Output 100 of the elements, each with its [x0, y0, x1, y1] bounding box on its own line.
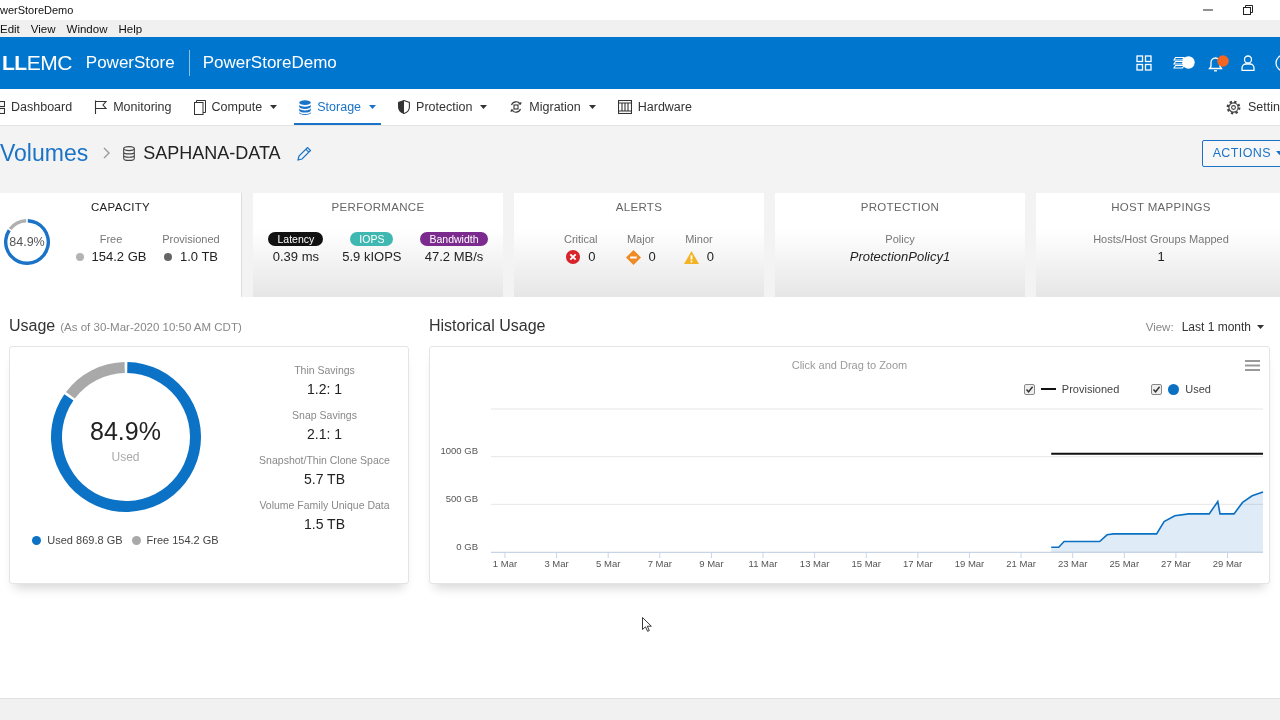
metric-value: 0.39 ms: [272, 249, 319, 265]
summary-card[interactable]: CAPACITY 84.9% Free 154.2 GB Provisioned 1.0 TB: [0, 193, 242, 297]
section-title: Usage: [9, 316, 56, 336]
restore-icon[interactable]: [1243, 5, 1253, 15]
breadcrumb-link[interactable]: Volumes: [0, 140, 89, 166]
logo: LLEMC: [2, 51, 72, 75]
axis-label: 23 Mar: [1057, 557, 1088, 569]
axis-label: 3 Mar: [544, 557, 569, 569]
nav-tab[interactable]: Hardware: [612, 89, 697, 125]
menu-item[interactable]: Edit: [0, 22, 20, 35]
database-icon: [123, 145, 136, 161]
nav-tab[interactable]: Compute: [188, 89, 283, 125]
summary-card[interactable]: HOST MAPPINGS Hosts/Host Groups Mapped 1: [1036, 193, 1280, 297]
stat-value: 2.1: 1: [306, 426, 342, 442]
axis-label: 15 Mar: [851, 557, 882, 569]
alert-count: 0: [706, 249, 715, 265]
donut-caption: Used: [111, 449, 140, 466]
menu-item[interactable]: Window: [66, 22, 108, 35]
legend-dot-icon: [1168, 383, 1180, 395]
settings-link[interactable]: Settin: [1226, 89, 1280, 125]
axis-label: 27 Mar: [1161, 557, 1191, 569]
view-dropdown[interactable]: Last 1 month: [1181, 320, 1264, 334]
view-label: View:: [1145, 321, 1174, 333]
legend-label: Used: [1185, 383, 1211, 395]
stat-value: 1.5 TB: [304, 516, 345, 532]
actions-button[interactable]: ACTIONS: [1201, 139, 1280, 167]
metric-tag: Bandwidth: [420, 232, 488, 246]
field-label: Policy: [885, 232, 915, 246]
timestamp-text: (As of 30-Mar-2020 10:50 AM CDT): [60, 321, 242, 333]
summary-card[interactable]: ALERTS Critical 0 Major 0 Minor 0: [514, 193, 764, 297]
stat-value: 1.2: 1: [306, 381, 342, 397]
volume-title: SAPHANA-DATA: [143, 142, 281, 165]
layers-icon[interactable]: [1172, 56, 1195, 70]
nav-tab[interactable]: Dashboard: [0, 89, 78, 125]
cursor-icon: [642, 617, 652, 632]
alert-count: 0: [588, 249, 596, 265]
axis-label: 7 Mar: [647, 557, 672, 569]
flag-icon: [94, 100, 108, 114]
summary-card[interactable]: PERFORMANCE Latency 0.39 ms IOPS 5.9 kIOPS Bandwidth 47.2 MB/s: [253, 193, 503, 297]
alert-count: 0: [648, 249, 656, 265]
nav-tab[interactable]: Migration: [504, 89, 601, 125]
system-name: PowerStoreDemo: [202, 53, 337, 73]
stat-label: Volume Family Unique Data: [259, 499, 390, 512]
ring-percent: 84.9%: [9, 235, 45, 249]
stat-label: Provisioned: [162, 232, 220, 246]
settings-icon: [1226, 99, 1242, 115]
legend-label: Used 869.8 GB: [47, 534, 123, 546]
axis-label: 21 Mar: [1006, 557, 1036, 569]
columns-icon: [617, 100, 632, 114]
axis-label: 1 Mar: [492, 557, 518, 569]
axis-label: 500 GB: [445, 492, 478, 504]
axis-label: 19 Mar: [954, 557, 985, 569]
card-title: CAPACITY: [90, 200, 151, 214]
card-title: ALERTS: [615, 200, 663, 214]
menu-icon[interactable]: [1245, 359, 1260, 371]
diamond-icon: [625, 249, 641, 265]
user-icon[interactable]: [1241, 55, 1255, 71]
menu-item[interactable]: View: [30, 22, 56, 35]
axis-label: 29 Mar: [1212, 557, 1243, 569]
axis-label: 9 Mar: [699, 557, 724, 569]
field-label: Hosts/Host Groups Mapped: [1093, 232, 1229, 246]
grid-icon: [0, 100, 5, 114]
apps-grid-icon[interactable]: [1136, 55, 1152, 71]
stat-label: Snap Savings: [292, 409, 357, 422]
alert-label: Major: [626, 232, 655, 246]
metric-value: 5.9 kIOPS: [342, 249, 402, 265]
stat-label: Free: [99, 232, 123, 246]
field-value: ProtectionPolicy1: [849, 249, 951, 265]
database-icon: [299, 99, 312, 115]
status-dot-icon: [163, 253, 172, 261]
pencil-icon[interactable]: [296, 145, 312, 161]
legend-dot-icon: [32, 535, 42, 545]
checkbox[interactable]: [1151, 383, 1163, 395]
bell-icon[interactable]: [1207, 54, 1229, 72]
nav-tab[interactable]: Monitoring: [89, 89, 177, 125]
chevron-icon: [103, 147, 111, 159]
stat-label: Thin Savings: [294, 364, 355, 377]
warning-icon: [683, 250, 699, 264]
card-title: PERFORMANCE: [331, 200, 425, 214]
summary-card[interactable]: PROTECTION Policy ProtectionPolicy1: [775, 193, 1025, 297]
legend-dot-icon: [131, 535, 141, 545]
stat-value: 1.0 TB: [179, 249, 219, 265]
axis-label: 11 Mar: [748, 557, 778, 569]
window-title: werStoreDemo: [0, 4, 74, 16]
field-value: 1: [1157, 249, 1165, 265]
axis-label: 25 Mar: [1109, 557, 1140, 569]
axis-label: 13 Mar: [799, 557, 830, 569]
menu-item[interactable]: Help: [118, 22, 143, 35]
card-title: HOST MAPPINGS: [1111, 200, 1211, 214]
axis-label: 17 Mar: [903, 557, 933, 569]
donut-percent: 84.9%: [90, 416, 161, 446]
metric-value: 47.2 MB/s: [424, 249, 484, 265]
status-dot-icon: [75, 253, 84, 261]
metric-tag: IOPS: [350, 232, 394, 246]
legend-label: Free 154.2 GB: [146, 534, 219, 546]
nav-tab[interactable]: Protection: [393, 89, 493, 125]
stat-value: 5.7 TB: [304, 471, 345, 487]
checkbox[interactable]: [1023, 383, 1035, 395]
caret-icon: [1257, 325, 1264, 329]
stat-value: 154.2 GB: [91, 249, 147, 265]
